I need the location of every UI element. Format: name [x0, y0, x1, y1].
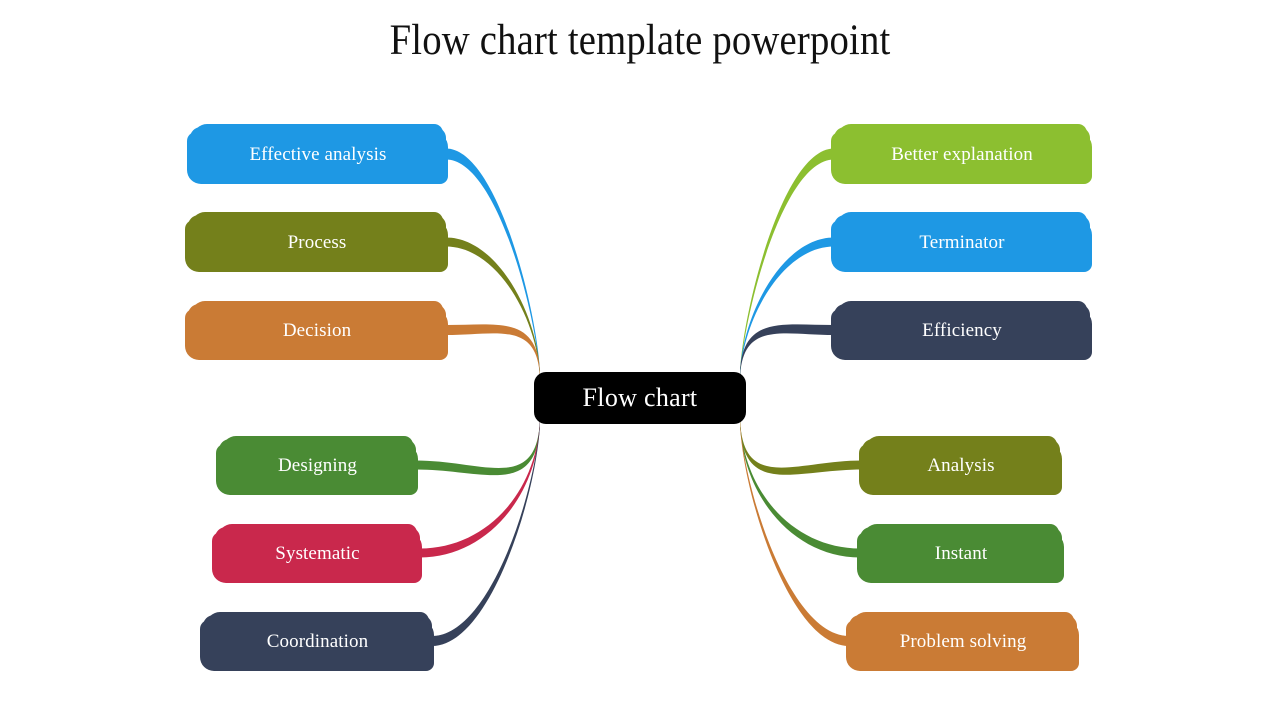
- page-title: Flow chart template powerpoint: [389, 17, 891, 64]
- node-label: Designing: [277, 455, 357, 476]
- node-label: Effective analysis: [249, 143, 387, 165]
- node-label: Systematic: [275, 543, 360, 564]
- node-designing[interactable]: Designing: [216, 436, 418, 495]
- node-label: Terminator: [919, 231, 1005, 253]
- connector-analysis: [740, 417, 862, 475]
- node-label: Problem solving: [899, 631, 1027, 652]
- node-label: Decision: [282, 320, 352, 341]
- connector-coordination: [432, 417, 540, 646]
- connector-instant: [740, 417, 860, 558]
- connector-problem-solving: [740, 417, 849, 646]
- center-node-label: Flow chart: [582, 383, 698, 412]
- node-efficiency[interactable]: Efficiency: [831, 301, 1092, 360]
- node-better-explanation[interactable]: Better explanation: [831, 124, 1092, 184]
- node-decision[interactable]: Decision: [185, 301, 448, 360]
- node-problem-solving[interactable]: Problem solving: [846, 612, 1079, 671]
- node-coordination[interactable]: Coordination: [200, 612, 434, 671]
- node-systematic[interactable]: Systematic: [212, 524, 422, 583]
- connector-decision: [446, 324, 540, 379]
- connector-terminator: [740, 237, 834, 379]
- node-label: Efficiency: [922, 320, 1002, 341]
- connector-layer: [416, 148, 862, 646]
- connector-efficiency: [740, 324, 834, 379]
- node-label: Better explanation: [891, 143, 1033, 165]
- node-instant[interactable]: Instant: [857, 524, 1064, 583]
- node-label: Analysis: [927, 455, 995, 476]
- connector-systematic: [420, 417, 540, 558]
- node-label: Coordination: [266, 631, 369, 652]
- node-label: Instant: [934, 543, 988, 564]
- node-terminator[interactable]: Terminator: [831, 212, 1092, 272]
- center-node[interactable]: Flow chart: [534, 372, 746, 424]
- node-label: Process: [287, 231, 347, 253]
- node-effective-analysis[interactable]: Effective analysis: [187, 124, 448, 184]
- connector-better-explanation: [740, 148, 834, 379]
- connector-effective-analysis: [446, 148, 540, 379]
- mindmap-canvas: Flow chart template powerpoint Effective…: [0, 0, 1280, 720]
- node-analysis[interactable]: Analysis: [859, 436, 1062, 495]
- connector-designing: [416, 417, 540, 476]
- connector-process: [446, 237, 540, 379]
- node-process[interactable]: Process: [185, 212, 448, 272]
